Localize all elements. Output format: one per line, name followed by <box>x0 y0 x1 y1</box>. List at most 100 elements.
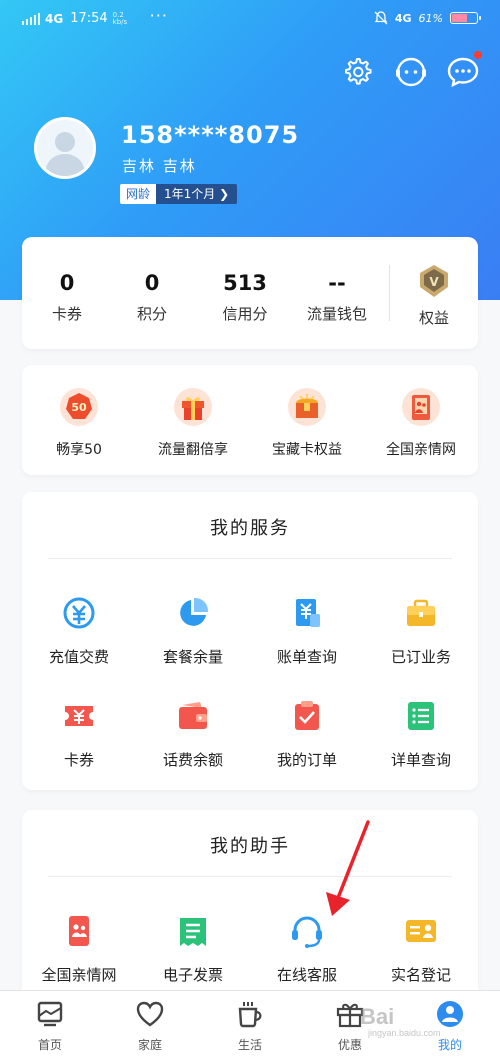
gift-box-icon <box>174 388 212 426</box>
service-coupons[interactable]: 卡券 <box>22 699 136 770</box>
account-stats-card: 0 卡券 0 积分 513 信用分 -- 流量钱包 V 权益 <box>22 237 478 349</box>
nav-label: 首页 <box>37 1038 62 1052</box>
service-label: 我的订单 <box>276 751 337 769</box>
coupon-icon <box>65 706 93 726</box>
nav-family[interactable]: 家庭 <box>100 999 200 1053</box>
stat-value: 0 <box>144 271 160 295</box>
stat-value: 513 <box>223 271 267 295</box>
promo-label: 畅享50 <box>56 442 102 458</box>
my-services-card: 我的服务 充值交费 套餐余量 账单查询 已订业务 卡券 话费余额 我的订单 详单… <box>22 492 478 790</box>
invoice-icon <box>180 918 206 946</box>
assistant-family-network[interactable]: 全国亲情网 <box>22 914 136 985</box>
benefits-button[interactable]: V 权益 <box>404 263 464 328</box>
stat-label: 流量钱包 <box>306 305 367 323</box>
divider <box>48 876 452 877</box>
assistant-online-service[interactable]: 在线客服 <box>250 914 364 985</box>
stat-value: 0 <box>59 271 75 295</box>
network-speed: 0.2 kb/s <box>112 10 128 26</box>
stat-points[interactable]: 0 积分 <box>107 271 197 324</box>
network-type-right: 4G <box>394 11 412 25</box>
benefits-label: 权益 <box>418 309 449 327</box>
section-title: 我的助手 <box>210 836 290 857</box>
family-frame-icon <box>402 388 440 426</box>
default-user-icon <box>45 132 85 176</box>
promo-label: 全国亲情网 <box>386 442 456 458</box>
my-assistant-card: 我的助手 全国亲情网 电子发票 在线客服 实名登记 <box>22 810 478 1010</box>
assistant-e-invoice[interactable]: 电子发票 <box>136 914 250 985</box>
service-detail-query[interactable]: 详单查询 <box>364 699 478 770</box>
service-label: 已订业务 <box>390 648 451 666</box>
service-label: 话费余额 <box>162 751 223 769</box>
promo-item-treasure-card[interactable]: 宝藏卡权益 <box>250 387 364 459</box>
divider <box>389 265 390 321</box>
family-phone-icon <box>69 916 89 946</box>
service-label: 卡券 <box>63 751 94 769</box>
assistant-real-name[interactable]: 实名登记 <box>364 914 478 985</box>
settings-button[interactable] <box>340 55 374 89</box>
gear-icon <box>345 58 372 85</box>
service-label: 充值交费 <box>48 648 109 666</box>
nav-home[interactable]: 首页 <box>0 999 100 1053</box>
stat-coupons[interactable]: 0 卡券 <box>22 271 112 324</box>
stat-credit-score[interactable]: 513 信用分 <box>200 271 290 324</box>
network-tenure[interactable]: 网龄 1年1个月 ❯ <box>120 184 238 204</box>
promo-label: 流量翻倍享 <box>158 442 228 458</box>
section-title: 我的服务 <box>210 518 290 539</box>
order-icon <box>295 701 319 730</box>
nav-life[interactable]: 生活 <box>200 999 300 1053</box>
service-recharge[interactable]: 充值交费 <box>22 596 136 667</box>
baidu-watermark: Bai jingyan.baidu.com <box>360 1004 480 1044</box>
avatar[interactable] <box>34 117 96 179</box>
assistant-label: 在线客服 <box>276 966 337 984</box>
stat-value: -- <box>328 271 346 295</box>
unread-badge <box>474 51 482 59</box>
service-call-balance[interactable]: 话费余额 <box>136 699 250 770</box>
promo-item-data-double[interactable]: 流量翻倍享 <box>136 387 250 459</box>
stat-data-wallet[interactable]: -- 流量钱包 <box>292 271 382 324</box>
bill-icon <box>296 599 320 627</box>
assistant-label: 全国亲情网 <box>41 966 117 984</box>
service-plan-balance[interactable]: 套餐余量 <box>136 596 250 667</box>
wallet-icon <box>179 702 207 729</box>
list-icon <box>408 702 434 730</box>
assistant-label: 实名登记 <box>390 966 451 984</box>
status-bar: 4G 17:54 0.2 kb/s ··· 4G 61% <box>0 0 500 38</box>
briefcase-icon <box>407 599 435 626</box>
svg-text:V: V <box>429 275 439 289</box>
vip-badge-icon: V <box>420 265 448 297</box>
service-face-icon <box>396 57 426 87</box>
promo-item-plan50[interactable]: 50 畅享50 <box>22 387 136 459</box>
service-label: 套餐余量 <box>162 648 223 666</box>
heart-icon <box>136 1001 164 1027</box>
signal-icon <box>22 12 40 25</box>
assistant-label: 电子发票 <box>162 966 223 984</box>
battery-percent: 61% <box>418 11 443 25</box>
svg-text:50: 50 <box>71 401 87 414</box>
divider <box>48 558 452 559</box>
stat-label: 积分 <box>136 305 167 323</box>
pie-chart-icon <box>180 597 209 626</box>
stat-label: 信用分 <box>222 305 268 323</box>
red-arrow-annotation <box>326 820 370 916</box>
treasure-chest-icon <box>288 388 326 426</box>
customer-service-button[interactable] <box>394 55 428 89</box>
promo-item-family-network[interactable]: 全国亲情网 <box>364 387 478 459</box>
cup-icon <box>238 1002 262 1028</box>
service-label: 账单查询 <box>276 648 337 666</box>
home-icon <box>37 1001 63 1027</box>
tenure-label: 网龄 <box>120 184 157 204</box>
clock: 17:54 <box>70 11 108 26</box>
badge-50-icon: 50 <box>60 388 98 426</box>
battery-icon <box>450 12 481 24</box>
watermark-text: Bai <box>360 1004 395 1029</box>
service-bill-query[interactable]: 账单查询 <box>250 596 364 667</box>
messages-button[interactable] <box>446 51 482 89</box>
message-icon <box>447 57 479 88</box>
service-my-orders[interactable]: 我的订单 <box>250 699 364 770</box>
service-subscribed[interactable]: 已订业务 <box>364 596 478 667</box>
headset-icon <box>292 916 322 948</box>
recharge-icon <box>63 597 95 629</box>
tenure-value: 1年1个月 ❯ <box>156 184 238 204</box>
phone-number: 158****8075 <box>121 121 300 149</box>
nav-label: 家庭 <box>137 1038 162 1052</box>
